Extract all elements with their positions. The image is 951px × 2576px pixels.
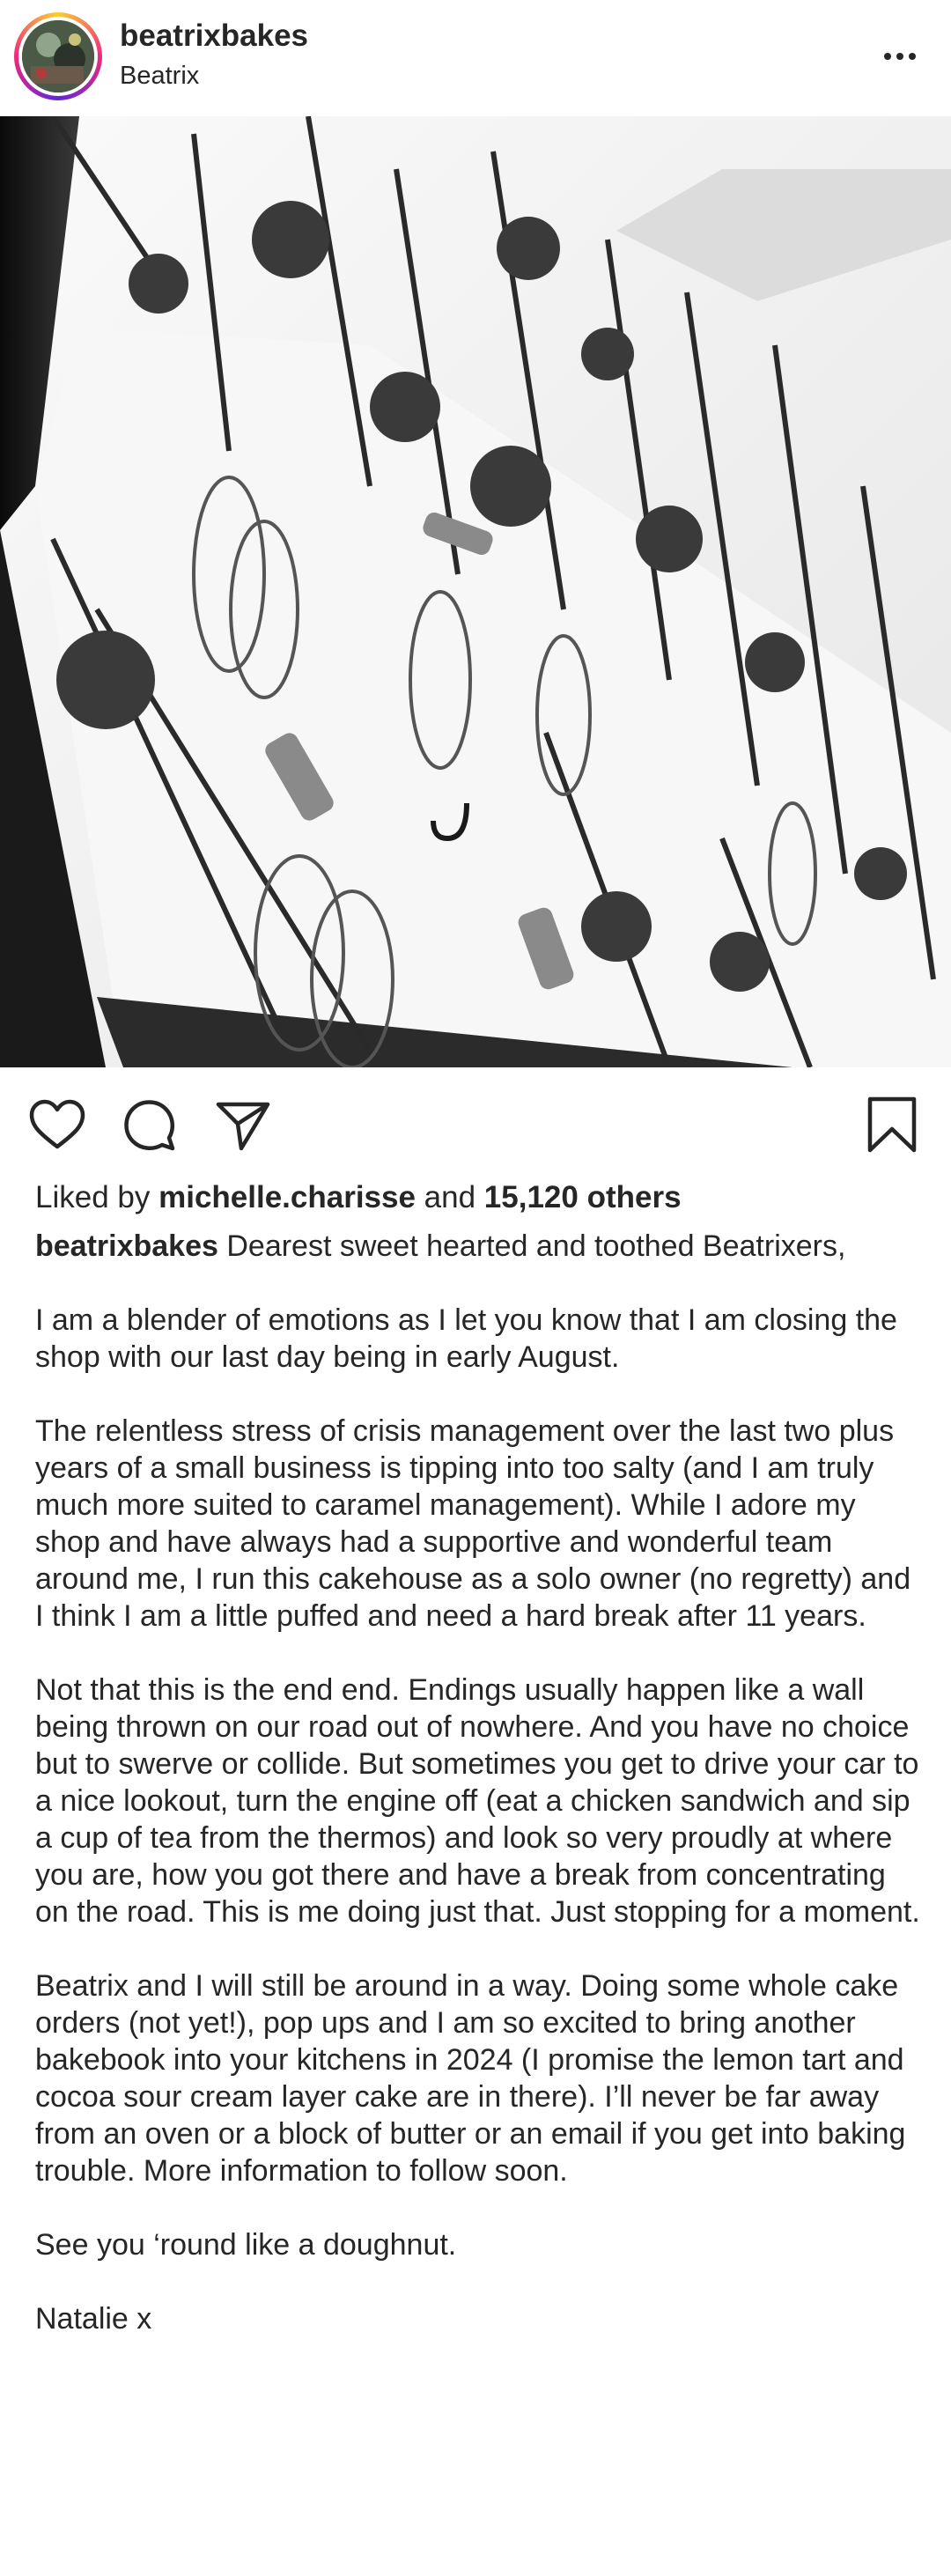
- profile-avatar[interactable]: [14, 12, 102, 100]
- post-header: beatrixbakes Beatrix: [0, 0, 951, 116]
- likes-middle: and: [415, 1180, 484, 1214]
- caption-signoff: Natalie x: [35, 2302, 152, 2336]
- caption-paragraph: Not that this is the end end. Endings us…: [35, 1673, 920, 1929]
- post-actions: [0, 1067, 951, 1182]
- caption-paragraph: See you ‘round like a doughnut.: [35, 2228, 457, 2262]
- comment-icon[interactable]: [118, 1094, 180, 1155]
- likes-prefix: Liked by: [35, 1180, 159, 1214]
- heart-icon[interactable]: [26, 1094, 88, 1155]
- more-options-icon[interactable]: [877, 39, 923, 74]
- header-username[interactable]: beatrixbakes: [120, 18, 308, 55]
- post-photo[interactable]: [0, 116, 951, 1067]
- caption-paragraph: I am a blender of emotions as I let you …: [35, 1303, 897, 1374]
- bookmark-icon[interactable]: [861, 1094, 923, 1155]
- more-dot: [884, 53, 891, 60]
- likes-count[interactable]: 15,120 others: [484, 1180, 682, 1214]
- more-dot: [896, 53, 903, 60]
- caption-paragraph: Beatrix and I will still be around in a …: [35, 1969, 906, 2188]
- post-caption: beatrixbakes Dearest sweet hearted and t…: [35, 1228, 925, 2374]
- send-icon[interactable]: [211, 1094, 273, 1155]
- caption-first-paragraph: beatrixbakes Dearest sweet hearted and t…: [35, 1228, 925, 1265]
- caption-paragraph: The relentless stress of crisis manageme…: [35, 1414, 911, 1633]
- avatar-border: [18, 17, 98, 96]
- caption-greeting: Dearest sweet hearted and toothed Beatri…: [217, 1229, 846, 1263]
- avatar-image: [22, 20, 94, 92]
- caption-username[interactable]: beatrixbakes: [35, 1229, 218, 1263]
- header-subname: Beatrix: [120, 62, 200, 90]
- more-dot: [909, 53, 916, 60]
- likes-user[interactable]: michelle.charisse: [158, 1180, 416, 1214]
- likes-line: Liked by michelle.charisse and 15,120 ot…: [35, 1177, 925, 1219]
